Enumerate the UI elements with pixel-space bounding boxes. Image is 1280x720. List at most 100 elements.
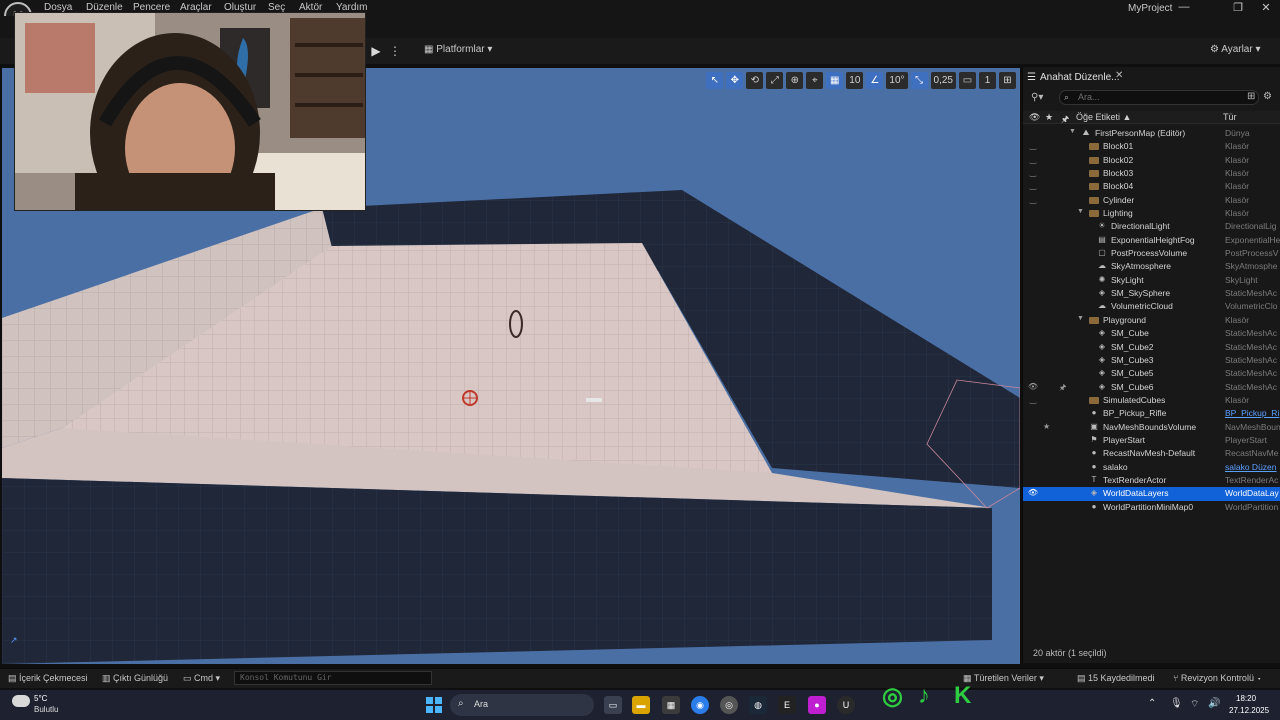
outliner-row[interactable]: 👁 🖈 ◈ SM_Cube6 StaticMeshAc bbox=[1023, 381, 1280, 394]
grid-size[interactable]: 10 bbox=[846, 71, 864, 89]
outliner-row[interactable]: ‿ SimulatedCubes Klasör bbox=[1023, 394, 1280, 407]
outliner-row[interactable]: ☁ VolumetricCloud VolumetricClo bbox=[1023, 300, 1280, 313]
outliner-row[interactable]: ▼ Playground Klasör bbox=[1023, 314, 1280, 327]
play-options-icon[interactable]: ⋮ bbox=[389, 41, 401, 61]
label-column-header[interactable]: Öğe Etiketi ▲ bbox=[1076, 112, 1131, 122]
play-icon[interactable]: ▶ bbox=[366, 41, 386, 61]
windows-start-icon[interactable] bbox=[426, 697, 442, 713]
outliner-row[interactable]: ☀ DirectionalLight DirectionalLig bbox=[1023, 220, 1280, 233]
outliner-settings-icon[interactable]: ⚙ bbox=[1263, 91, 1272, 102]
task-view-icon[interactable]: ▭ bbox=[604, 696, 622, 714]
outliner-row[interactable]: ‿ Block04 Klasör bbox=[1023, 180, 1280, 193]
file-explorer-icon[interactable]: ▬ bbox=[632, 696, 650, 714]
outliner-row[interactable]: ▤ ExponentialHeightFog ExponentialHe bbox=[1023, 234, 1280, 247]
outliner-row[interactable]: ‿ Block01 Klasör bbox=[1023, 140, 1280, 153]
expand-arrow-icon[interactable]: ▼ bbox=[1069, 128, 1076, 135]
layout-icon[interactable]: ⊞ bbox=[999, 71, 1016, 89]
outliner-row[interactable]: ▼ Lighting Klasör bbox=[1023, 207, 1280, 220]
cmd-dropdown[interactable]: ▭ Cmd ▾ bbox=[183, 673, 220, 684]
microphone-icon[interactable]: 🎙 bbox=[1170, 698, 1183, 709]
visibility-icon[interactable]: ‿ bbox=[1027, 195, 1039, 204]
visibility-icon[interactable]: ‿ bbox=[1027, 181, 1039, 190]
tray-chevron-icon[interactable]: ⌃ bbox=[1148, 698, 1156, 709]
expand-arrow-icon[interactable]: ▼ bbox=[1077, 208, 1084, 215]
minimize-icon[interactable]: — bbox=[1176, 1, 1192, 13]
visibility-icon[interactable]: ‿ bbox=[1027, 155, 1039, 164]
outliner-row[interactable]: ● salako salako Düzen bbox=[1023, 461, 1280, 474]
outliner-row[interactable]: ⚑ PlayerStart PlayerStart bbox=[1023, 434, 1280, 447]
camera-speed-icon[interactable]: ▭ bbox=[959, 71, 976, 89]
outliner-row[interactable]: ◈ SM_Cube2 StaticMeshAc bbox=[1023, 341, 1280, 354]
pin-column-icon[interactable]: 🖈 bbox=[1061, 112, 1069, 128]
outliner-row[interactable]: ◈ SM_SkySphere StaticMeshAc bbox=[1023, 287, 1280, 300]
platforms-button[interactable]: ▦ Platformlar ▾ bbox=[424, 44, 492, 55]
close-window-icon[interactable]: ✕ bbox=[1258, 1, 1274, 14]
epic-games-icon[interactable]: E bbox=[778, 696, 796, 714]
close-tab-icon[interactable]: ✕ bbox=[1115, 70, 1123, 81]
world-space-icon[interactable]: ⊕ bbox=[786, 71, 804, 89]
outliner-tab[interactable]: ☰ Anahat Düzenle... bbox=[1027, 69, 1119, 85]
chrome-icon[interactable]: ◉ bbox=[691, 696, 709, 714]
rotate-icon[interactable]: ⟲ bbox=[746, 71, 764, 89]
outliner-row[interactable]: ‿ Block02 Klasör bbox=[1023, 154, 1280, 167]
visibility-icon[interactable]: ‿ bbox=[1027, 141, 1039, 150]
obs-icon[interactable]: ● bbox=[808, 696, 826, 714]
outliner-row[interactable]: ▼ ⛰ FirstPersonMap (Editör) Dünya bbox=[1023, 127, 1280, 140]
taskbar-search[interactable]: ⌕ Ara bbox=[450, 694, 594, 716]
outliner-row[interactable]: ✺ SkyLight SkyLight bbox=[1023, 274, 1280, 287]
add-folder-icon[interactable]: ⊞ bbox=[1247, 91, 1255, 102]
unreal-taskbar-icon[interactable]: U bbox=[837, 696, 855, 714]
translate-icon[interactable]: ✥ bbox=[726, 71, 744, 89]
visibility-icon[interactable]: 👁 bbox=[1027, 382, 1039, 391]
scale-snap-icon[interactable]: ⤡ bbox=[910, 71, 928, 89]
derived-data-button[interactable]: ▦ Türetilen Veriler ▾ bbox=[963, 673, 1044, 684]
filter-icon[interactable]: ⚲▾ bbox=[1031, 92, 1043, 103]
app-icon[interactable]: ◎ bbox=[720, 696, 738, 714]
rotation-snap-icon[interactable]: ∠ bbox=[866, 71, 884, 89]
outliner-row[interactable]: ● BP_Pickup_Rifle BP_Pickup_Ri bbox=[1023, 407, 1280, 420]
outliner-row[interactable]: ● WorldPartitionMiniMap0 WorldPartition bbox=[1023, 501, 1280, 514]
unsaved-button[interactable]: ▤ 15 Kaydedilmedi bbox=[1077, 673, 1155, 684]
rotation-snap-value[interactable]: 10° bbox=[886, 71, 908, 89]
visibility-icon[interactable]: ‿ bbox=[1027, 395, 1039, 404]
type-column-header[interactable]: Tür bbox=[1223, 112, 1237, 122]
outliner-row[interactable]: ◈ SM_Cube StaticMeshAc bbox=[1023, 327, 1280, 340]
wifi-icon[interactable]: ⌔ bbox=[1190, 698, 1199, 711]
restore-icon[interactable]: ❐ bbox=[1230, 1, 1246, 14]
outliner-row[interactable]: ▢ PostProcessVolume PostProcessV bbox=[1023, 247, 1280, 260]
outliner-row[interactable]: 👁 ◈ WorldDataLayers WorldDataLay bbox=[1023, 487, 1280, 501]
store-icon[interactable]: ▦ bbox=[662, 696, 680, 714]
outliner-row[interactable]: ‿ Block03 Klasör bbox=[1023, 167, 1280, 180]
visibility-column-icon[interactable]: 👁 bbox=[1029, 112, 1040, 123]
settings-button[interactable]: ⚙ Ayarlar ▾ bbox=[1210, 44, 1261, 55]
content-drawer-button[interactable]: ▤ İçerik Çekmecesi bbox=[8, 673, 88, 684]
visibility-icon[interactable]: ‿ bbox=[1027, 168, 1039, 177]
outliner-search-input[interactable]: ⌕ Ara... bbox=[1059, 90, 1259, 105]
row-type[interactable]: salako Düzen bbox=[1225, 462, 1280, 472]
output-log-button[interactable]: ▥ Çıktı Günlüğü bbox=[102, 673, 168, 684]
visibility-icon[interactable]: 👁 bbox=[1027, 488, 1039, 497]
rifle-pickup[interactable] bbox=[586, 398, 602, 402]
outliner-row[interactable]: ● RecastNavMesh-Default RecastNavMe bbox=[1023, 447, 1280, 460]
grid-snap-icon[interactable]: ▦ bbox=[826, 71, 844, 89]
outliner-row[interactable]: ‿ Cylinder Klasör bbox=[1023, 194, 1280, 207]
scale-snap-value[interactable]: 0,25 bbox=[930, 71, 956, 89]
outliner-row[interactable]: ☁ SkyAtmosphere SkyAtmosphe bbox=[1023, 260, 1280, 273]
outliner-row[interactable]: T TextRenderActor TextRenderAc bbox=[1023, 474, 1280, 487]
outliner-row[interactable]: ◈ SM_Cube5 StaticMeshAc bbox=[1023, 367, 1280, 380]
cloud-icon[interactable] bbox=[12, 695, 30, 707]
scale-icon[interactable]: ⤢ bbox=[766, 71, 784, 89]
revision-control-button[interactable]: ⑂ Revizyon Kontrolü ▾ bbox=[1173, 673, 1262, 683]
expand-arrow-icon[interactable]: ▼ bbox=[1077, 315, 1084, 322]
outliner-row[interactable]: ◈ SM_Cube3 StaticMeshAc bbox=[1023, 354, 1280, 367]
surface-snap-icon[interactable]: ⌖ bbox=[806, 71, 824, 89]
steam-icon[interactable]: ◍ bbox=[749, 696, 767, 714]
console-input[interactable]: Konsol Komutunu Gir bbox=[234, 671, 432, 685]
camera-speed-value[interactable]: 1 bbox=[979, 71, 996, 89]
favorite-column-icon[interactable]: ★ bbox=[1045, 112, 1053, 123]
row-type[interactable]: BP_Pickup_Ri bbox=[1225, 408, 1280, 418]
favorite-icon[interactable]: ★ bbox=[1043, 422, 1050, 431]
select-mode-icon[interactable]: ↖ bbox=[706, 71, 724, 89]
outliner-row[interactable]: ★ ▣ NavMeshBoundsVolume NavMeshBoun bbox=[1023, 421, 1280, 434]
volume-icon[interactable]: 🔊 bbox=[1208, 698, 1220, 709]
